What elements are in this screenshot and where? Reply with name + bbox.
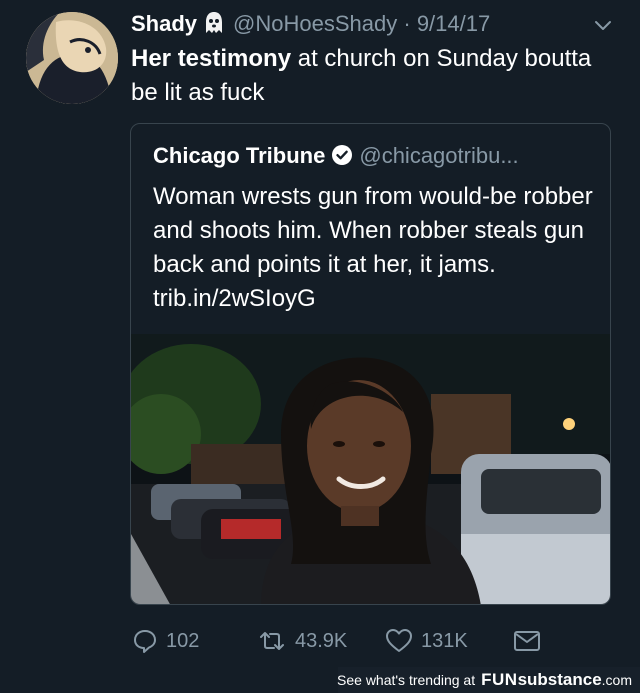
tweet-actions: 102 43.9K 131K [0, 622, 640, 660]
verified-badge-icon [331, 144, 353, 166]
retweet-count: 43.9K [295, 629, 348, 652]
ghost-icon [203, 11, 225, 35]
watermark-footer: See what's trending at FUN substance .com [337, 667, 640, 693]
like-count: 131K [421, 629, 468, 652]
quote-handle: @chicagotribu... [359, 143, 519, 168]
chevron-down-icon[interactable] [592, 14, 614, 36]
retweet-icon [260, 632, 284, 650]
quote-photo[interactable] [131, 334, 610, 604]
avatar[interactable] [26, 12, 118, 104]
envelope-icon [514, 631, 540, 651]
separator-dot: · [403, 11, 411, 36]
tweet: Shady @NoHoesShady · 9/14/17 Her testimon… [0, 0, 640, 693]
quote-display-name: Chicago Tribune [153, 143, 326, 168]
footer-brand-part1: FUN [481, 670, 518, 689]
quoted-tweet[interactable]: Chicago Tribune @chicagotribu... Woman wr… [130, 123, 611, 605]
quote-text: Woman wrests gun from would-be robber an… [153, 183, 593, 312]
tweet-text-bold: Her testimony [131, 45, 292, 72]
like-button[interactable]: 131K [385, 622, 468, 660]
direct-message-button[interactable] [513, 622, 549, 660]
retweet-button[interactable]: 43.9K [257, 622, 347, 660]
footer-brand-part3: .com [601, 672, 632, 688]
heart-icon [386, 629, 412, 652]
avatar-image [26, 12, 118, 104]
quote-header: Chicago Tribune @chicagotribu... [153, 142, 519, 170]
user-handle[interactable]: @NoHoesShady [233, 11, 397, 36]
tweet-header: Shady @NoHoesShady · 9/14/17 [131, 9, 490, 39]
footer-brand-part2: substance [517, 670, 602, 689]
tweet-text: Her testimony at church on Sunday boutta… [131, 42, 611, 110]
reply-button[interactable]: 102 [132, 622, 199, 660]
tweet-date[interactable]: 9/14/17 [417, 11, 490, 36]
reply-count: 102 [166, 629, 200, 652]
photo-woman-parking-lot [131, 334, 610, 604]
footer-prefix: See what's trending at [337, 672, 476, 688]
display-name[interactable]: Shady [131, 11, 197, 36]
reply-icon [134, 630, 156, 653]
